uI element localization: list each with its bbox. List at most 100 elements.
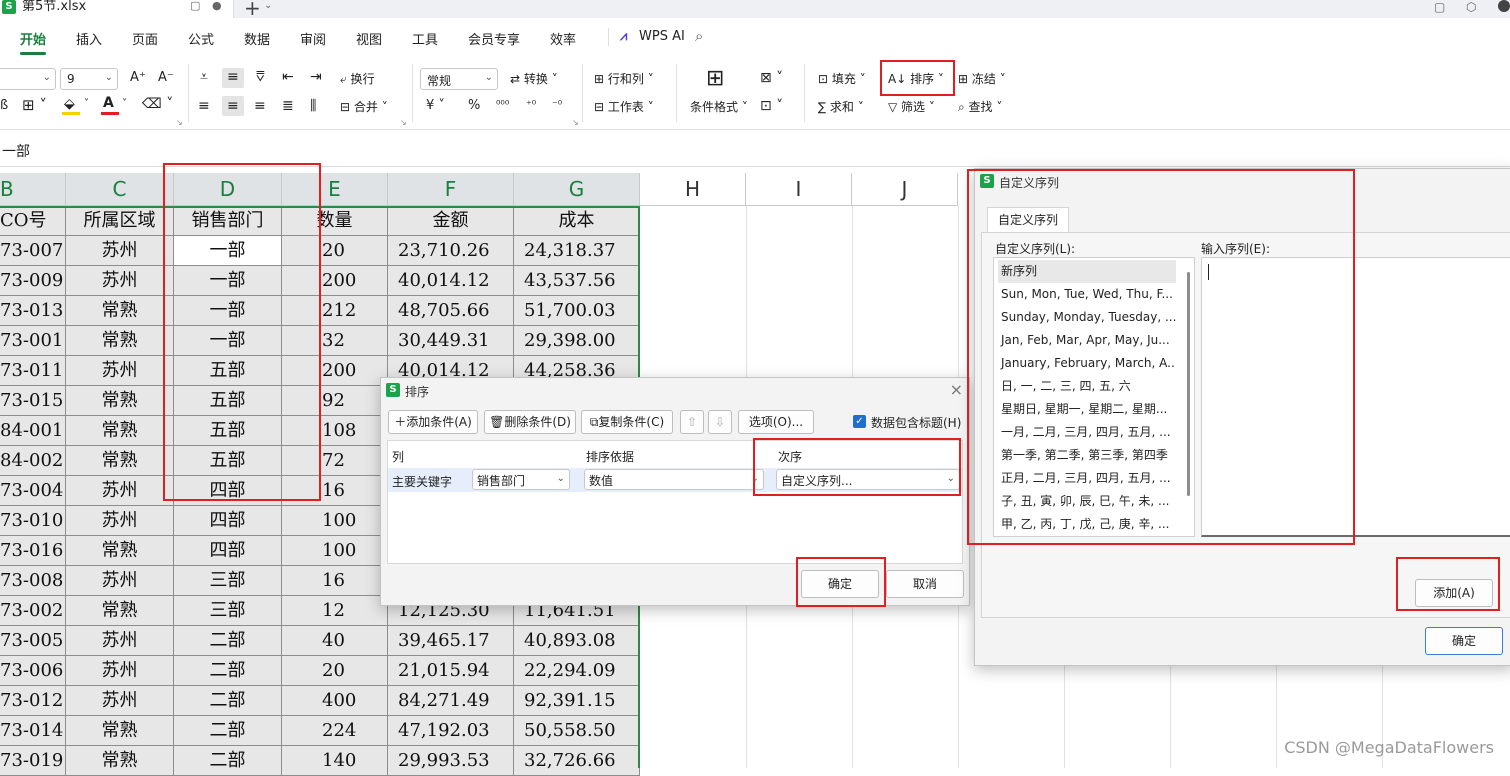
font-color-chevron-icon[interactable]: ˅ xyxy=(122,98,127,109)
table-cell[interactable]: 22,294.09 xyxy=(514,656,640,686)
custom-ok-button[interactable]: 确定 xyxy=(1425,627,1503,655)
menu-insert[interactable]: 插入 xyxy=(76,29,102,48)
table-cell[interactable]: 40,893.08 xyxy=(514,626,640,656)
table-cell[interactable]: 73-012 xyxy=(0,686,66,716)
formula-bar[interactable]: 一部 xyxy=(0,131,1510,167)
table-cell[interactable]: 200 xyxy=(282,356,388,386)
table-cell[interactable]: 50,558.50 xyxy=(514,716,640,746)
menu-data[interactable]: 数据 xyxy=(244,29,270,48)
tab-custom-list[interactable]: 自定义序列 xyxy=(987,207,1069,233)
table-cell[interactable]: 40,014.12 xyxy=(388,266,514,296)
search-icon[interactable]: ⌕ xyxy=(695,27,703,45)
cond-format-icon[interactable]: ⊞ xyxy=(706,66,724,91)
align-center-icon[interactable]: ≡ xyxy=(227,98,239,114)
file-tab[interactable]: S 第5节.xlsx ▢ ● xyxy=(0,0,234,18)
table-cell[interactable]: 苏州 xyxy=(66,566,174,596)
custom-list-item[interactable]: 日, 一, 二, 三, 四, 五, 六 xyxy=(998,375,1176,398)
table-cell[interactable]: 40 xyxy=(282,626,388,656)
clear-format-icon[interactable]: ⌫ ˅ xyxy=(142,96,173,112)
table-cell[interactable]: 32 xyxy=(282,326,388,356)
table-cell[interactable]: 224 xyxy=(282,716,388,746)
table-cell[interactable]: 72 xyxy=(282,446,388,476)
table-cell[interactable]: 43,537.56 xyxy=(514,266,640,296)
number-format-select[interactable]: 常规 ⌄ xyxy=(420,68,498,90)
font-name-select[interactable]: ⌄ xyxy=(0,68,56,90)
menu-wps-ai[interactable]: WPS AI xyxy=(639,29,685,44)
worksheet-button[interactable]: ⊟ 工作表 ˅ xyxy=(594,98,654,115)
table-cell[interactable]: 常熟 xyxy=(66,536,174,566)
table-cell[interactable]: 16 xyxy=(282,476,388,506)
table-cell[interactable]: 苏州 xyxy=(66,506,174,536)
font-dialog-launcher-icon[interactable]: ↘ xyxy=(176,118,183,127)
table-cell[interactable]: 100 xyxy=(282,506,388,536)
table-cell[interactable]: 39,465.17 xyxy=(388,626,514,656)
align-right-icon[interactable]: ≡ xyxy=(254,98,266,114)
has-header-checkbox[interactable]: ✓ xyxy=(853,415,866,428)
table-cell[interactable]: 苏州 xyxy=(66,356,174,386)
table-cell[interactable]: 常熟 xyxy=(66,596,174,626)
table-cell[interactable]: 84-001 xyxy=(0,416,66,446)
col-header-j[interactable]: J xyxy=(852,173,958,206)
sort-dialog-titlebar[interactable]: S 排序 × xyxy=(381,378,969,402)
table-cell[interactable]: 29,993.53 xyxy=(388,746,514,776)
table-cell[interactable]: 16 xyxy=(282,566,388,596)
table-cell[interactable]: 73-015 xyxy=(0,386,66,416)
row-col-button[interactable]: ⊞ 行和列 ˅ xyxy=(594,70,654,87)
sum-button[interactable]: ∑ 求和 ˅ xyxy=(818,98,864,115)
decrease-decimal-icon[interactable]: ⁻⁰ xyxy=(552,98,562,111)
custom-list-item[interactable]: 星期日, 星期一, 星期二, 星期... xyxy=(998,398,1176,421)
font-color-icon[interactable]: A xyxy=(103,95,114,111)
header-cell[interactable]: CO号 xyxy=(0,206,66,236)
header-cell[interactable]: 数量 xyxy=(282,206,388,236)
table-cell[interactable]: 400 xyxy=(282,686,388,716)
table-cell[interactable]: 21,015.94 xyxy=(388,656,514,686)
custom-list-item[interactable]: 甲, 乙, 丙, 丁, 戊, 己, 庚, 辛, ... xyxy=(998,513,1176,536)
menu-efficiency[interactable]: 效率 xyxy=(550,29,576,48)
table-cell[interactable]: 四部 xyxy=(174,536,282,566)
fill-button[interactable]: ⊡ 填充 ˅ xyxy=(818,70,866,87)
cube-icon[interactable]: ⬡ xyxy=(1466,0,1476,14)
tab-list-chevron-icon[interactable]: ⌄ xyxy=(264,0,272,11)
table-cell[interactable]: 100 xyxy=(282,536,388,566)
table-cell[interactable]: 92,391.15 xyxy=(514,686,640,716)
number-dialog-launcher-icon[interactable]: ↘ xyxy=(572,118,579,127)
merge-button[interactable]: ⊟ 合并 ˅ xyxy=(340,98,388,115)
table-cell[interactable]: 30,449.31 xyxy=(388,326,514,356)
table-cell[interactable]: 73-002 xyxy=(0,596,66,626)
table-cell[interactable]: 苏州 xyxy=(66,656,174,686)
menu-formula[interactable]: 公式 xyxy=(188,29,214,48)
increase-decimal-icon[interactable]: ⁺⁰ xyxy=(526,98,536,111)
table-cell[interactable]: 84,271.49 xyxy=(388,686,514,716)
table-cell[interactable]: 47,192.03 xyxy=(388,716,514,746)
freeze-button[interactable]: ⊞ 冻结 ˅ xyxy=(958,70,1006,87)
table-cell[interactable]: 73-010 xyxy=(0,506,66,536)
header-cell[interactable]: 金额 xyxy=(388,206,514,236)
table-cell[interactable]: 常熟 xyxy=(66,716,174,746)
cond-format-button[interactable]: 条件格式 ˅ xyxy=(690,98,748,115)
table-cell[interactable]: 五部 xyxy=(174,356,282,386)
table-cell[interactable]: 73-008 xyxy=(0,566,66,596)
thousands-icon[interactable]: ⁰⁰⁰ xyxy=(496,98,509,111)
table-cell[interactable]: 212 xyxy=(282,296,388,326)
table-cell[interactable]: 73-014 xyxy=(0,716,66,746)
strike-icon[interactable]: ß xyxy=(0,98,8,113)
table-cell[interactable]: 108 xyxy=(282,416,388,446)
add-button[interactable]: 添加(A) xyxy=(1415,579,1493,607)
table-cell[interactable]: 73-019 xyxy=(0,746,66,776)
table-cell[interactable]: 二部 xyxy=(174,686,282,716)
add-condition-button[interactable]: ＋添加条件(A) xyxy=(388,410,478,434)
table-cell[interactable]: 73-005 xyxy=(0,626,66,656)
col-header-b[interactable]: B xyxy=(0,173,66,206)
table-cell[interactable]: 23,710.26 xyxy=(388,236,514,266)
indent-increase-icon[interactable]: ⇥ xyxy=(310,69,322,85)
custom-list-item[interactable]: 第一季, 第二季, 第三季, 第四季 xyxy=(998,444,1176,467)
table-cell[interactable]: 73-011 xyxy=(0,356,66,386)
close-icon[interactable]: × xyxy=(950,380,963,399)
table-cell[interactable]: 常熟 xyxy=(66,416,174,446)
table-cell[interactable]: 二部 xyxy=(174,716,282,746)
tab-square-icon[interactable]: ▢ xyxy=(190,0,200,12)
tab-dot-icon[interactable]: ● xyxy=(212,0,222,12)
border-icon[interactable]: ⊞ ˅ xyxy=(22,96,47,114)
table-cell[interactable]: 12 xyxy=(282,596,388,626)
table-cell[interactable]: 常熟 xyxy=(66,746,174,776)
